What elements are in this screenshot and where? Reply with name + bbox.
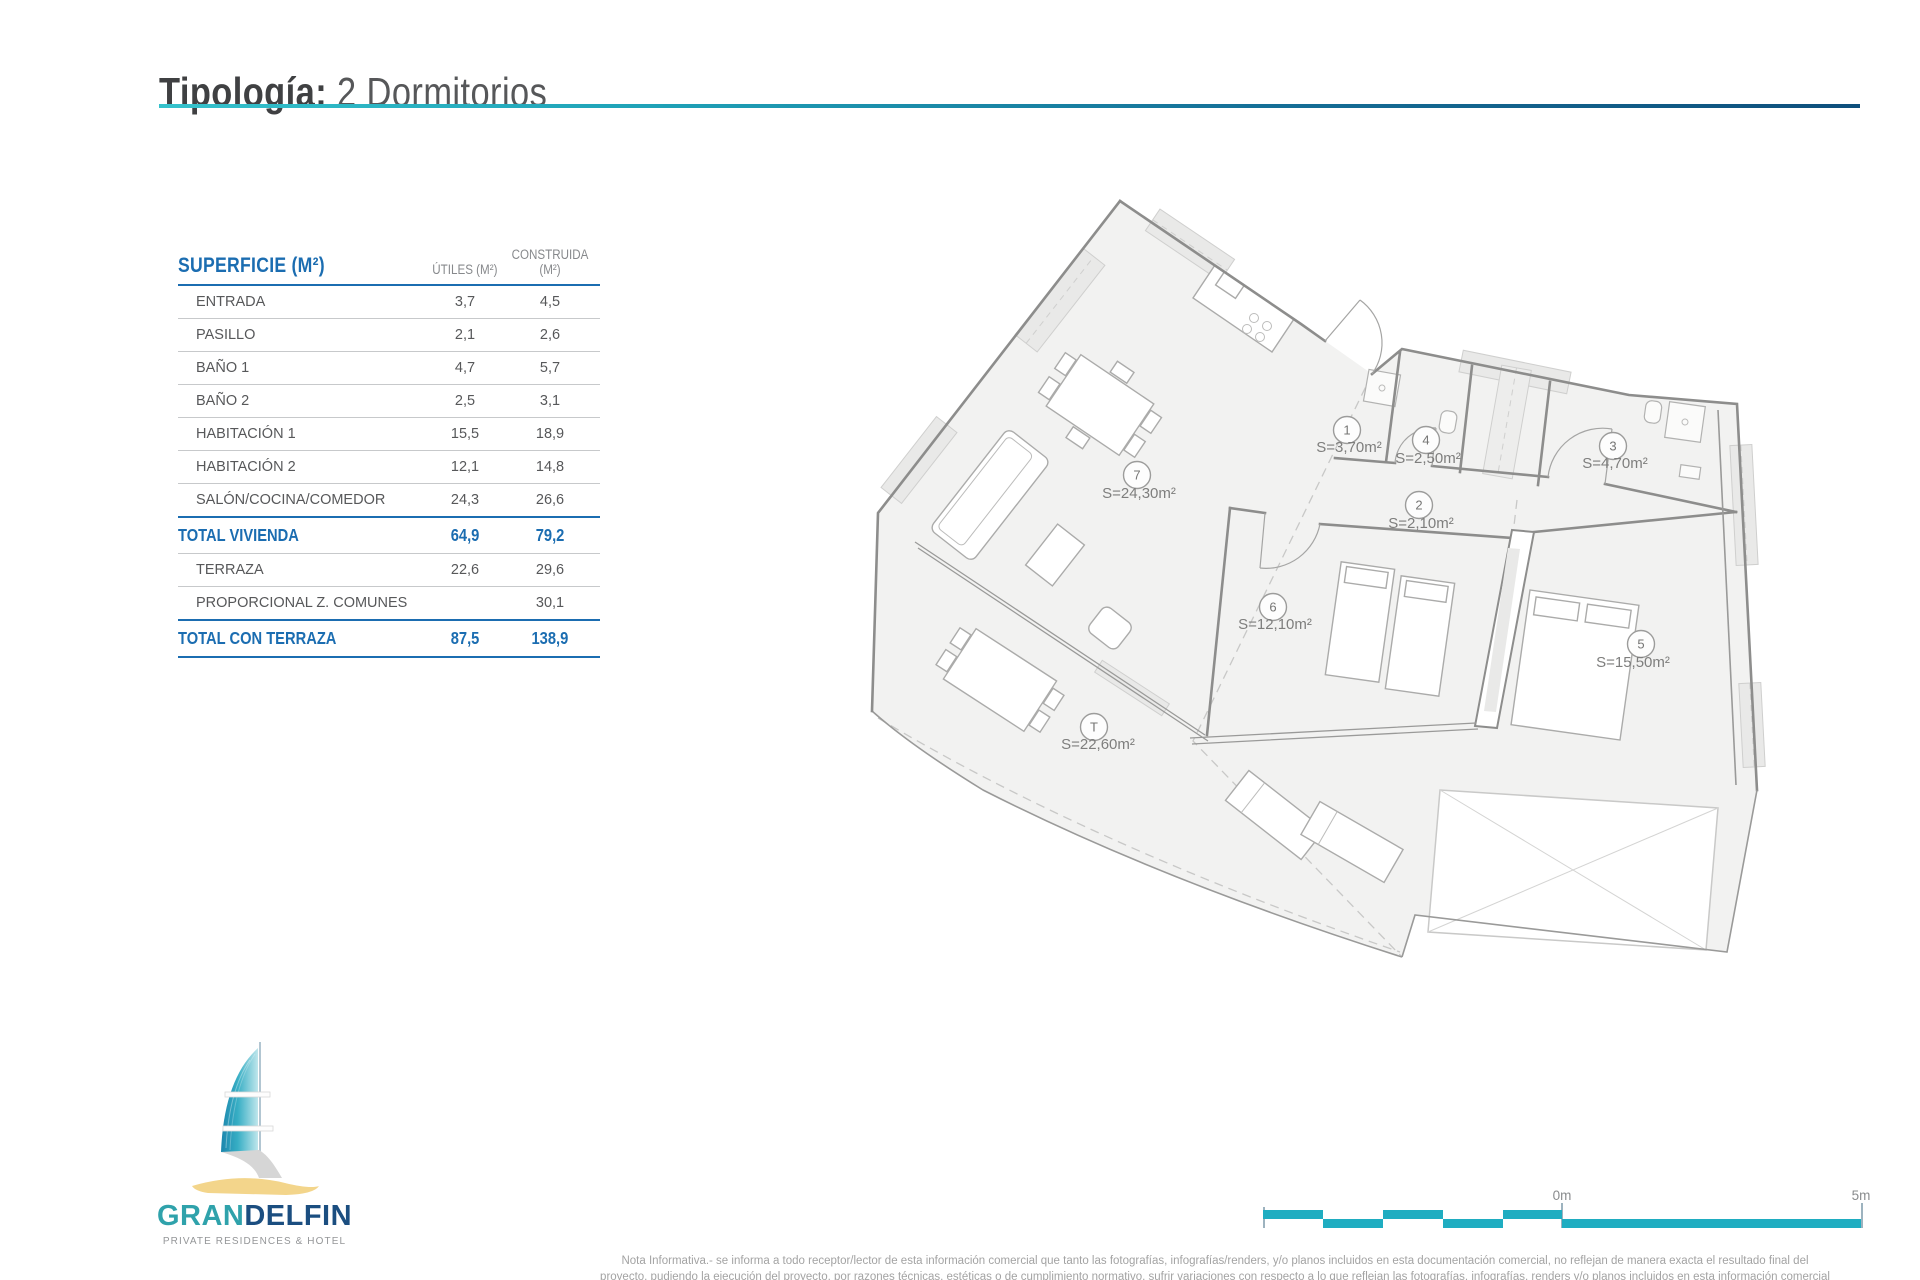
room-number: 6 <box>1269 600 1276 615</box>
table-row: PASILLO 2,1 2,6 <box>178 319 600 352</box>
room-area-label: S=4,70m² <box>1582 455 1647 472</box>
table-row: ENTRADA 3,7 4,5 <box>178 286 600 319</box>
crossed-area <box>1427 789 1719 951</box>
room-number: 3 <box>1609 439 1616 454</box>
table-row: TERRAZA 22,6 29,6 <box>178 554 600 587</box>
scale-segment-long <box>1562 1219 1861 1228</box>
scale-segment <box>1263 1210 1323 1219</box>
page-title: Tipología: 2 Dormitorios <box>159 69 587 116</box>
column-header-construida: CONSTRUIDA (M²) <box>511 247 589 277</box>
room-number: 2 <box>1415 498 1422 513</box>
room-area-label: S=24,30m² <box>1102 485 1176 502</box>
table-row: PROPORCIONAL Z. COMUNES 30,1 <box>178 587 600 621</box>
room-area-label: S=12,10m² <box>1238 616 1312 633</box>
table-row: HABITACIÓN 2 12,1 14,8 <box>178 451 600 484</box>
legal-note: Nota Informativa.- se informa a todo rec… <box>520 1253 1910 1280</box>
legal-note-line1: Nota Informativa.- se informa a todo rec… <box>621 1255 1809 1267</box>
scale-bar: 0m 5m <box>1263 1188 1870 1230</box>
room-number: T <box>1090 720 1098 735</box>
scale-segment <box>1503 1210 1562 1219</box>
room-area-label: S=15,50m² <box>1596 654 1670 671</box>
room-area-label: S=3,70m² <box>1316 439 1381 456</box>
title-underline <box>159 104 1860 108</box>
scale-tick-5m <box>1861 1203 1863 1228</box>
table-row: HABITACIÓN 1 15,5 18,9 <box>178 418 600 451</box>
room-number: 7 <box>1133 468 1140 483</box>
page-title-prefix: Tipología: <box>159 69 328 116</box>
brand-name-delfin: DELFIN <box>244 1200 353 1232</box>
room-area-label: S=2,50m² <box>1395 450 1460 467</box>
surface-table-header: SUPERFICIE (M²) ÚTILES (M²) CONSTRUIDA (… <box>178 247 600 286</box>
surface-table-title: SUPERFICIE (M²) <box>178 254 325 277</box>
page-title-value: 2 Dormitorios <box>337 69 548 116</box>
floor-plan: 7 S=24,30m² 1S=3,70m² 4 S=2,50m² 3S=4,70m² 2 S=… <box>870 199 1766 958</box>
table-row: SALÓN/COCINA/COMEDOR 24,3 26,6 <box>178 484 600 518</box>
brand-logo: GRANDELFIN PRIVATE RESIDENCES & HOTEL <box>147 1040 362 1247</box>
table-row: BAÑO 1 4,7 5,7 <box>178 352 600 385</box>
table-row-total-vivienda: TOTAL VIVIENDA 64,9 79,2 <box>178 518 600 554</box>
brand-name: GRANDELFIN <box>147 1200 362 1233</box>
room-area-label: S=22,60m² <box>1061 736 1135 753</box>
room-area-label: S=2,10m² <box>1388 515 1453 532</box>
scale-segment <box>1383 1210 1443 1219</box>
surface-table: SUPERFICIE (M²) ÚTILES (M²) CONSTRUIDA (… <box>178 247 600 658</box>
table-row-total-terraza: TOTAL CON TERRAZA 87,5 138,9 <box>178 621 600 658</box>
scale-segment <box>1443 1219 1503 1228</box>
brand-subtitle: PRIVATE RESIDENCES & HOTEL <box>162 1236 347 1247</box>
sail-tower-icon <box>191 1042 319 1195</box>
room-number: 1 <box>1343 423 1350 438</box>
legal-note-line2: proyecto, pudiendo la ejecución del proy… <box>600 1271 1830 1280</box>
table-row: BAÑO 2 2,5 3,1 <box>178 385 600 418</box>
scale-five-label: 5m <box>1851 1188 1871 1203</box>
scale-segment <box>1323 1219 1383 1228</box>
room-number: 5 <box>1637 637 1644 652</box>
scale-zero-label: 0m <box>1552 1188 1572 1203</box>
brand-name-gran: GRAN <box>156 1200 245 1232</box>
room-number: 4 <box>1422 433 1429 448</box>
